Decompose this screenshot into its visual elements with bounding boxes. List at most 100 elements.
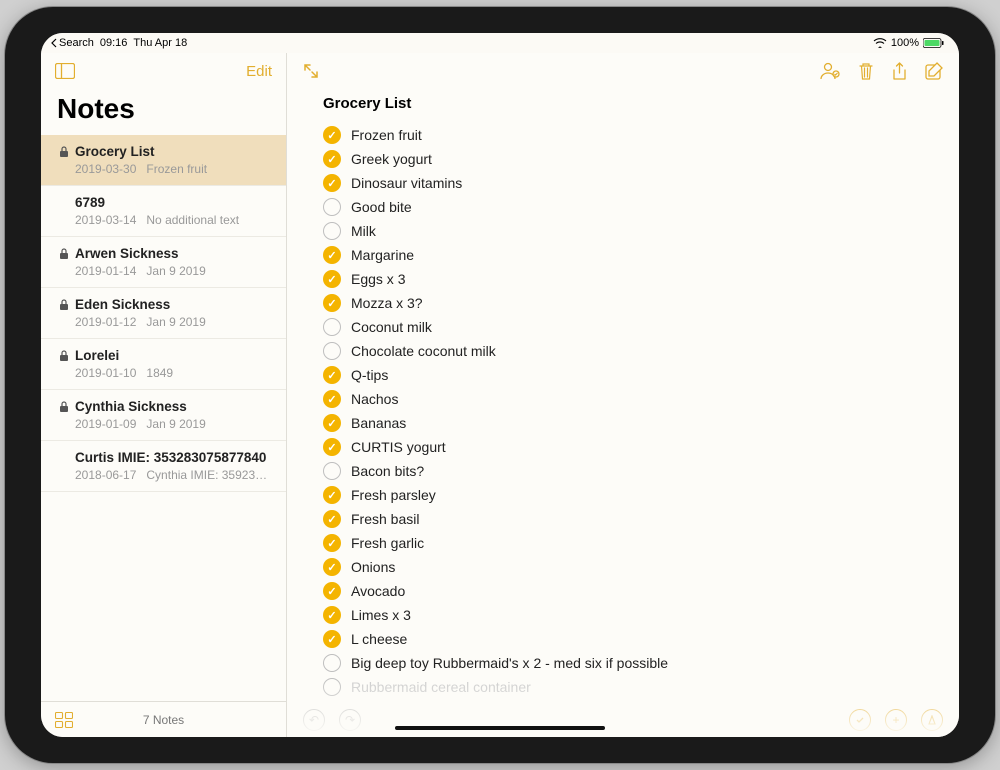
back-to-search[interactable]: Search — [51, 37, 94, 49]
sidebar-footer: 7 Notes — [41, 701, 286, 737]
checklist-item[interactable]: ✓ Margarine — [323, 246, 933, 264]
checklist-item[interactable]: ✓Fresh basil — [323, 510, 933, 528]
note-list-item[interactable]: 67892019-03-14No additional text — [41, 186, 286, 237]
checklist-item[interactable]: ✓Avocado — [323, 582, 933, 600]
checklist-item[interactable]: Bacon bits? — [323, 462, 933, 480]
checklist-item-text: Big deep toy Rubbermaid's x 2 - med six … — [351, 655, 668, 671]
checklist-item-text: Margarine — [351, 247, 414, 263]
checkbox-checked-icon[interactable]: ✓ — [323, 534, 341, 552]
note-list[interactable]: Grocery List2019-03-30Frozen fruit678920… — [41, 135, 286, 701]
new-note-button[interactable] — [925, 62, 943, 80]
markup-button[interactable] — [921, 709, 943, 731]
note-heading: Grocery List — [323, 95, 933, 112]
checkbox-unchecked-icon[interactable] — [323, 654, 341, 672]
collaborate-button[interactable] — [820, 62, 840, 80]
checklist-item[interactable]: ✓ Onions — [323, 558, 933, 576]
checklist-item[interactable]: ✓ Limes x 3 — [323, 606, 933, 624]
checkbox-checked-icon[interactable]: ✓ — [323, 630, 341, 648]
battery-icon — [923, 38, 945, 48]
wifi-icon — [873, 38, 887, 48]
checklist-item-text: CURTIS yogurt — [351, 439, 446, 455]
checkbox-checked-icon[interactable]: ✓ — [323, 366, 341, 384]
checklist-item[interactable]: ✓Eggs x 3 — [323, 270, 933, 288]
checklist-item[interactable]: ✓Fresh garlic — [323, 534, 933, 552]
checklist-item[interactable]: Coconut milk — [323, 318, 933, 336]
share-button[interactable] — [892, 62, 907, 81]
checkbox-checked-icon[interactable]: ✓ — [323, 126, 341, 144]
checkbox-checked-icon[interactable]: ✓ — [323, 414, 341, 432]
attachments-view-button[interactable] — [55, 712, 73, 728]
screen: Search 09:16 Thu Apr 18 100% Edit — [41, 33, 959, 737]
checklist-item-text: Limes x 3 — [351, 607, 411, 623]
edit-button[interactable]: Edit — [246, 63, 272, 80]
checklist-item-text: L cheese — [351, 631, 407, 647]
checklist-item[interactable]: ✓ L cheese — [323, 630, 933, 648]
note-list-item[interactable]: Lorelei2019-01-101849 — [41, 339, 286, 390]
checkbox-checked-icon[interactable]: ✓ — [323, 486, 341, 504]
checklist-item[interactable]: ✓Nachos — [323, 390, 933, 408]
checklist-item[interactable]: ✓Mozza x 3? — [323, 294, 933, 312]
checklist-button[interactable] — [849, 709, 871, 731]
checkbox-checked-icon[interactable]: ✓ — [323, 558, 341, 576]
note-list-item[interactable]: Grocery List2019-03-30Frozen fruit — [41, 135, 286, 186]
note-list-item[interactable]: Cynthia Sickness2019-01-09Jan 9 2019 — [41, 390, 286, 441]
note-list-item[interactable]: Arwen Sickness 2019-01-14 Jan 9 2019 — [41, 237, 286, 288]
checklist-item[interactable]: Good bite — [323, 198, 933, 216]
checklist-item[interactable]: Chocolate coconut milk — [323, 342, 933, 360]
checkbox-unchecked-icon[interactable] — [323, 198, 341, 216]
checkbox-unchecked-icon[interactable] — [323, 462, 341, 480]
checkbox-checked-icon[interactable]: ✓ — [323, 150, 341, 168]
sidebar-toggle-button[interactable] — [55, 63, 75, 79]
checklist-item-text: Onions — [351, 559, 395, 575]
note-item-title: 6789 — [75, 195, 105, 210]
home-indicator[interactable] — [395, 726, 605, 730]
note-item-date: 2019-01-14 — [75, 264, 136, 278]
checkbox-checked-icon[interactable]: ✓ — [323, 438, 341, 456]
checkbox-checked-icon[interactable]: ✓ — [323, 246, 341, 264]
checkbox-checked-icon[interactable]: ✓ — [323, 606, 341, 624]
checklist-item[interactable]: ✓Bananas — [323, 414, 933, 432]
checklist-item[interactable]: ✓ Fresh parsley — [323, 486, 933, 504]
checklist-item[interactable]: Milk — [323, 222, 933, 240]
checklist-item-text: Dinosaur vitamins — [351, 175, 462, 191]
lock-icon — [59, 146, 69, 158]
checkbox-unchecked-icon[interactable] — [323, 678, 341, 696]
note-item-date: 2019-01-09 — [75, 417, 136, 431]
checklist-item-text: Coconut milk — [351, 319, 432, 335]
note-list-item[interactable]: Eden Sickness2019-01-12Jan 9 2019 — [41, 288, 286, 339]
checklist-item-text: Fresh parsley — [351, 487, 436, 503]
checklist-item[interactable]: Rubbermaid cereal container — [323, 678, 933, 696]
back-label: Search — [59, 37, 94, 49]
sidebar: Edit Notes Grocery List2019-03-30Frozen … — [41, 53, 287, 737]
note-item-preview: Jan 9 2019 — [146, 264, 205, 278]
checkbox-unchecked-icon[interactable] — [323, 342, 341, 360]
checkbox-checked-icon[interactable]: ✓ — [323, 174, 341, 192]
note-item-title: Curtis IMIE: 353283075877840 — [75, 450, 266, 465]
checklist-item-text: Chocolate coconut milk — [351, 343, 496, 359]
checklist-item[interactable]: ✓Frozen fruit — [323, 126, 933, 144]
checklist-item[interactable]: ✓Q-tips — [323, 366, 933, 384]
checklist-item[interactable]: ✓Greek yogurt — [323, 150, 933, 168]
note-item-title: Arwen Sickness — [75, 246, 179, 261]
checkbox-checked-icon[interactable]: ✓ — [323, 294, 341, 312]
checkbox-checked-icon[interactable]: ✓ — [323, 510, 341, 528]
checkbox-checked-icon[interactable]: ✓ — [323, 270, 341, 288]
checkbox-unchecked-icon[interactable] — [323, 222, 341, 240]
checkbox-unchecked-icon[interactable] — [323, 318, 341, 336]
expand-button[interactable] — [303, 63, 319, 79]
checkbox-checked-icon[interactable]: ✓ — [323, 390, 341, 408]
note-body[interactable]: Grocery List ✓Frozen fruit✓Greek yogurt✓… — [287, 89, 959, 703]
undo-button[interactable]: ↶ — [303, 709, 325, 731]
checkbox-checked-icon[interactable]: ✓ — [323, 582, 341, 600]
checklist-item[interactable]: ✓ Dinosaur vitamins — [323, 174, 933, 192]
chevron-left-icon — [51, 38, 57, 48]
add-button[interactable]: + — [885, 709, 907, 731]
checklist-item[interactable]: ✓ CURTIS yogurt — [323, 438, 933, 456]
redo-button[interactable]: ↷ — [339, 709, 361, 731]
checklist-item[interactable]: Big deep toy Rubbermaid's x 2 - med six … — [323, 654, 933, 672]
note-item-title: Lorelei — [75, 348, 119, 363]
note-list-item[interactable]: Curtis IMIE: 3532830758778402018-06-17Cy… — [41, 441, 286, 492]
delete-button[interactable] — [858, 62, 874, 80]
checklist-item-text: Bacon bits? — [351, 463, 424, 479]
note-content: Grocery List ✓Frozen fruit✓Greek yogurt✓… — [287, 53, 959, 737]
